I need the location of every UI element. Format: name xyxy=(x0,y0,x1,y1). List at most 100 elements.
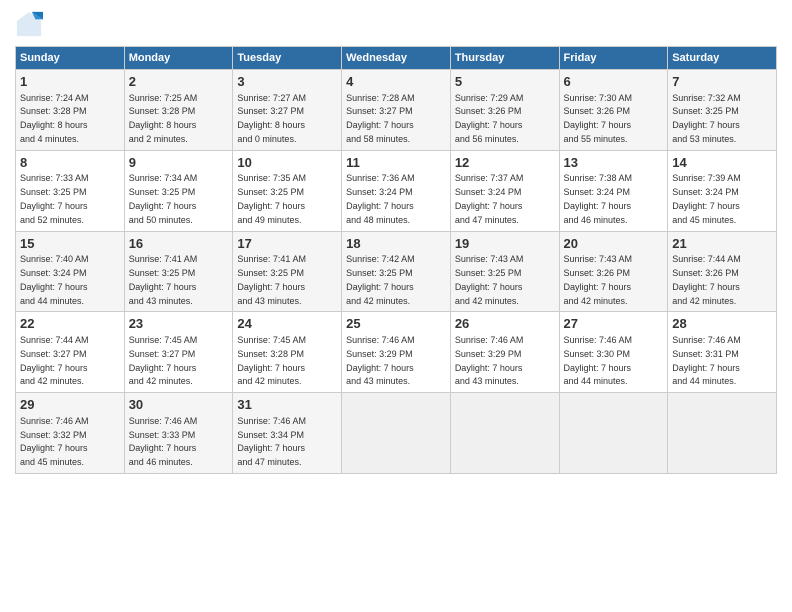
cell-info: Sunrise: 7:46 AMSunset: 3:33 PMDaylight:… xyxy=(129,416,198,467)
day-number: 24 xyxy=(237,315,337,333)
day-number: 28 xyxy=(672,315,772,333)
calendar-cell: 16Sunrise: 7:41 AMSunset: 3:25 PMDayligh… xyxy=(124,231,233,312)
day-number: 22 xyxy=(20,315,120,333)
day-number: 31 xyxy=(237,396,337,414)
day-number: 26 xyxy=(455,315,555,333)
col-header-wednesday: Wednesday xyxy=(342,47,451,70)
cell-info: Sunrise: 7:24 AMSunset: 3:28 PMDaylight:… xyxy=(20,93,89,144)
cell-info: Sunrise: 7:27 AMSunset: 3:27 PMDaylight:… xyxy=(237,93,306,144)
calendar-cell: 22 Sunrise: 7:44 AMSunset: 3:27 PMDayligh… xyxy=(16,312,125,393)
day-number: 12 xyxy=(455,154,555,172)
cell-info: Sunrise: 7:32 AMSunset: 3:25 PMDaylight:… xyxy=(672,93,741,144)
calendar-cell: 28Sunrise: 7:46 AMSunset: 3:31 PMDayligh… xyxy=(668,312,777,393)
day-number: 6 xyxy=(564,73,664,91)
calendar-cell: 30 Sunrise: 7:46 AMSunset: 3:33 PMDayligh… xyxy=(124,393,233,474)
calendar-cell: 3 Sunrise: 7:27 AMSunset: 3:27 PMDaylight… xyxy=(233,70,342,151)
cell-info: Sunrise: 7:40 AMSunset: 3:24 PMDaylight:… xyxy=(20,254,89,305)
col-header-tuesday: Tuesday xyxy=(233,47,342,70)
day-number: 8 xyxy=(20,154,120,172)
cell-info: Sunrise: 7:44 AMSunset: 3:27 PMDaylight:… xyxy=(20,335,89,386)
week-row-3: 15Sunrise: 7:40 AMSunset: 3:24 PMDayligh… xyxy=(16,231,777,312)
day-number: 5 xyxy=(455,73,555,91)
cell-info: Sunrise: 7:33 AMSunset: 3:25 PMDaylight:… xyxy=(20,173,89,224)
col-header-friday: Friday xyxy=(559,47,668,70)
cell-info: Sunrise: 7:35 AMSunset: 3:25 PMDaylight:… xyxy=(237,173,306,224)
day-number: 3 xyxy=(237,73,337,91)
cell-info: Sunrise: 7:41 AMSunset: 3:25 PMDaylight:… xyxy=(237,254,306,305)
week-row-4: 22 Sunrise: 7:44 AMSunset: 3:27 PMDayligh… xyxy=(16,312,777,393)
cell-info: Sunrise: 7:39 AMSunset: 3:24 PMDaylight:… xyxy=(672,173,741,224)
day-number: 18 xyxy=(346,235,446,253)
cell-info: Sunrise: 7:37 AMSunset: 3:24 PMDaylight:… xyxy=(455,173,524,224)
calendar-cell: 1Sunrise: 7:24 AMSunset: 3:28 PMDaylight… xyxy=(16,70,125,151)
calendar-cell: 14Sunrise: 7:39 AMSunset: 3:24 PMDayligh… xyxy=(668,150,777,231)
day-number: 9 xyxy=(129,154,229,172)
calendar-cell: 8Sunrise: 7:33 AMSunset: 3:25 PMDaylight… xyxy=(16,150,125,231)
cell-info: Sunrise: 7:46 AMSunset: 3:34 PMDaylight:… xyxy=(237,416,306,467)
calendar-table: SundayMondayTuesdayWednesdayThursdayFrid… xyxy=(15,46,777,474)
day-number: 25 xyxy=(346,315,446,333)
day-number: 27 xyxy=(564,315,664,333)
day-number: 30 xyxy=(129,396,229,414)
calendar-cell: 5 Sunrise: 7:29 AMSunset: 3:26 PMDaylight… xyxy=(450,70,559,151)
col-header-saturday: Saturday xyxy=(668,47,777,70)
cell-info: Sunrise: 7:36 AMSunset: 3:24 PMDaylight:… xyxy=(346,173,415,224)
header xyxy=(15,10,777,38)
calendar-cell: 18Sunrise: 7:42 AMSunset: 3:25 PMDayligh… xyxy=(342,231,451,312)
cell-info: Sunrise: 7:25 AMSunset: 3:28 PMDaylight:… xyxy=(129,93,198,144)
calendar-cell xyxy=(668,393,777,474)
calendar-cell: 24 Sunrise: 7:45 AMSunset: 3:28 PMDayligh… xyxy=(233,312,342,393)
calendar-cell: 6 Sunrise: 7:30 AMSunset: 3:26 PMDaylight… xyxy=(559,70,668,151)
day-number: 2 xyxy=(129,73,229,91)
calendar-cell: 12Sunrise: 7:37 AMSunset: 3:24 PMDayligh… xyxy=(450,150,559,231)
cell-info: Sunrise: 7:38 AMSunset: 3:24 PMDaylight:… xyxy=(564,173,633,224)
calendar-cell: 29 Sunrise: 7:46 AMSunset: 3:32 PMDayligh… xyxy=(16,393,125,474)
day-number: 23 xyxy=(129,315,229,333)
cell-info: Sunrise: 7:46 AMSunset: 3:29 PMDaylight:… xyxy=(455,335,524,386)
week-row-5: 29 Sunrise: 7:46 AMSunset: 3:32 PMDayligh… xyxy=(16,393,777,474)
calendar-cell xyxy=(559,393,668,474)
calendar-cell: 17Sunrise: 7:41 AMSunset: 3:25 PMDayligh… xyxy=(233,231,342,312)
day-number: 11 xyxy=(346,154,446,172)
calendar-cell: 23 Sunrise: 7:45 AMSunset: 3:27 PMDayligh… xyxy=(124,312,233,393)
day-number: 13 xyxy=(564,154,664,172)
cell-info: Sunrise: 7:41 AMSunset: 3:25 PMDaylight:… xyxy=(129,254,198,305)
calendar-cell: 21Sunrise: 7:44 AMSunset: 3:26 PMDayligh… xyxy=(668,231,777,312)
calendar-cell: 26 Sunrise: 7:46 AMSunset: 3:29 PMDayligh… xyxy=(450,312,559,393)
cell-info: Sunrise: 7:46 AMSunset: 3:30 PMDaylight:… xyxy=(564,335,633,386)
cell-info: Sunrise: 7:43 AMSunset: 3:26 PMDaylight:… xyxy=(564,254,633,305)
week-row-1: 1Sunrise: 7:24 AMSunset: 3:28 PMDaylight… xyxy=(16,70,777,151)
day-number: 16 xyxy=(129,235,229,253)
cell-info: Sunrise: 7:29 AMSunset: 3:26 PMDaylight:… xyxy=(455,93,524,144)
calendar-cell: 31 Sunrise: 7:46 AMSunset: 3:34 PMDayligh… xyxy=(233,393,342,474)
calendar-cell: 20Sunrise: 7:43 AMSunset: 3:26 PMDayligh… xyxy=(559,231,668,312)
day-number: 21 xyxy=(672,235,772,253)
cell-info: Sunrise: 7:45 AMSunset: 3:28 PMDaylight:… xyxy=(237,335,306,386)
calendar-cell: 7Sunrise: 7:32 AMSunset: 3:25 PMDaylight… xyxy=(668,70,777,151)
calendar-cell: 2 Sunrise: 7:25 AMSunset: 3:28 PMDaylight… xyxy=(124,70,233,151)
cell-info: Sunrise: 7:30 AMSunset: 3:26 PMDaylight:… xyxy=(564,93,633,144)
calendar-cell xyxy=(450,393,559,474)
col-header-monday: Monday xyxy=(124,47,233,70)
day-number: 20 xyxy=(564,235,664,253)
header-row: SundayMondayTuesdayWednesdayThursdayFrid… xyxy=(16,47,777,70)
cell-info: Sunrise: 7:34 AMSunset: 3:25 PMDaylight:… xyxy=(129,173,198,224)
calendar-cell: 15Sunrise: 7:40 AMSunset: 3:24 PMDayligh… xyxy=(16,231,125,312)
cell-info: Sunrise: 7:45 AMSunset: 3:27 PMDaylight:… xyxy=(129,335,198,386)
cell-info: Sunrise: 7:42 AMSunset: 3:25 PMDaylight:… xyxy=(346,254,415,305)
day-number: 19 xyxy=(455,235,555,253)
day-number: 17 xyxy=(237,235,337,253)
calendar-cell: 25Sunrise: 7:46 AMSunset: 3:29 PMDayligh… xyxy=(342,312,451,393)
cell-info: Sunrise: 7:46 AMSunset: 3:32 PMDaylight:… xyxy=(20,416,89,467)
calendar-cell: 19Sunrise: 7:43 AMSunset: 3:25 PMDayligh… xyxy=(450,231,559,312)
week-row-2: 8Sunrise: 7:33 AMSunset: 3:25 PMDaylight… xyxy=(16,150,777,231)
col-header-sunday: Sunday xyxy=(16,47,125,70)
cell-info: Sunrise: 7:28 AMSunset: 3:27 PMDaylight:… xyxy=(346,93,415,144)
day-number: 10 xyxy=(237,154,337,172)
cell-info: Sunrise: 7:44 AMSunset: 3:26 PMDaylight:… xyxy=(672,254,741,305)
day-number: 29 xyxy=(20,396,120,414)
day-number: 14 xyxy=(672,154,772,172)
logo xyxy=(15,10,47,38)
calendar-cell: 10Sunrise: 7:35 AMSunset: 3:25 PMDayligh… xyxy=(233,150,342,231)
page: SundayMondayTuesdayWednesdayThursdayFrid… xyxy=(0,0,792,612)
